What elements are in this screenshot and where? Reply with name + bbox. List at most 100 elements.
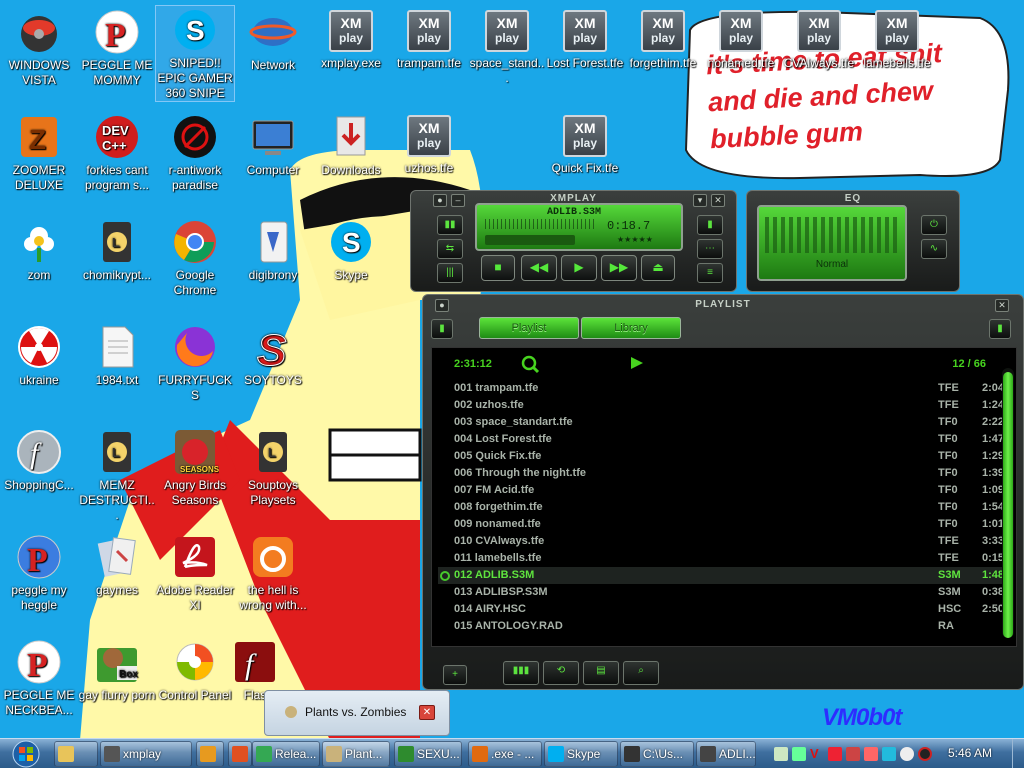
playlist-row[interactable]: 013 ADLIBSP.S3M S3M 0:38 bbox=[438, 584, 1004, 601]
eq-power-button[interactable]: ⏻ bbox=[921, 215, 947, 235]
desktop-icon-forgethim[interactable]: XM play forgethim.tfe bbox=[624, 8, 702, 71]
desktop-icon-ukraine[interactable]: ukraine bbox=[0, 323, 78, 388]
xmplay-playlist-window[interactable]: PLAYLIST ● ✕ ▮ ▮ Playlist Library 2:31:1… bbox=[422, 294, 1024, 690]
desktop-icon-dev-cpp[interactable]: DEV C++ forkies cant program s... bbox=[78, 113, 156, 193]
playlist-row[interactable]: 003 space_standart.tfe TF0 2:22 bbox=[438, 414, 1004, 431]
tab-library[interactable]: Library bbox=[581, 317, 681, 339]
desktop-icon-r-antiwork[interactable]: r-antiwork paradise bbox=[156, 113, 234, 193]
xmplay-main-window[interactable]: XMPLAY ● – ▾ ✕ ▮▮ ⇆ ||| ADLIB.S3M 0:18.7… bbox=[410, 190, 737, 292]
playlist-row[interactable]: 007 FM Acid.tfe TF0 1:09 bbox=[438, 482, 1004, 499]
desktop-icon-nonamed[interactable]: XM play nonamed.tfe bbox=[702, 8, 780, 71]
taskbar-button[interactable]: C:\Us... bbox=[620, 741, 694, 767]
playlist-search-button[interactable]: ⌕ bbox=[623, 661, 659, 685]
desktop-icon-zom[interactable]: zom bbox=[0, 218, 78, 283]
desktop-icon-trampam[interactable]: XM play trampam.tfe bbox=[390, 8, 468, 71]
xmplay-close-button[interactable]: ✕ bbox=[711, 194, 725, 207]
taskbar-explorer-button[interactable] bbox=[54, 741, 98, 767]
close-icon[interactable]: ✕ bbox=[419, 705, 435, 720]
playlist-row[interactable]: 010 CVAlways.tfe TFE 3:33 bbox=[438, 533, 1004, 550]
xmplay-volume-stars[interactable]: ★★★★★ bbox=[617, 235, 653, 245]
taskbar-button[interactable]: .exe - ... bbox=[468, 741, 542, 767]
desktop-icon-computer[interactable]: Computer bbox=[234, 113, 312, 178]
playlist-close-button[interactable]: ✕ bbox=[995, 299, 1009, 312]
tray-notes-icon[interactable] bbox=[774, 747, 788, 761]
eq-sliders[interactable] bbox=[765, 217, 899, 253]
desktop-icon-the-hell-is[interactable]: the hell is wrong with... bbox=[234, 533, 312, 613]
playlist-row[interactable]: 006 Through the night.tfe TF0 1:39 bbox=[438, 465, 1004, 482]
xmplay-left-panel-button-2[interactable]: ⇆ bbox=[437, 239, 463, 259]
taskbar-button[interactable]: Skype bbox=[544, 741, 618, 767]
taskbar-button[interactable]: Relea... bbox=[252, 741, 320, 767]
xmplay-eq-window[interactable]: EQ Normal ⏻ ∿ bbox=[746, 190, 960, 292]
next-button[interactable]: ▶▶ bbox=[601, 255, 637, 281]
taskbar-button[interactable] bbox=[228, 741, 252, 767]
desktop-icon-soytoys[interactable]: S SOYTOYS bbox=[234, 323, 312, 388]
tray-v-icon[interactable]: V bbox=[810, 747, 824, 761]
playlist-track-list[interactable]: 2:31:12 12 / 66 001 trampam.tfe TFE 2:04 00… bbox=[431, 347, 1017, 647]
xmplay-minimize-button[interactable]: – bbox=[451, 194, 465, 207]
playlist-add-button[interactable]: + bbox=[443, 665, 467, 685]
desktop-icon-digibrony[interactable]: digibrony bbox=[234, 218, 312, 283]
tray-volume-icon[interactable] bbox=[900, 747, 914, 761]
desktop-icon-souptoys[interactable]: L Souptoys Playsets bbox=[234, 428, 312, 508]
desktop-icon-quick-fix[interactable]: XM play Quick Fix.tfe bbox=[546, 113, 624, 176]
desktop-icon-peggle-me-mommy[interactable]: P PEGGLE ME MOMMY bbox=[78, 8, 156, 88]
desktop-icon-windows-vista[interactable]: WINDOWS VISTA bbox=[0, 8, 78, 88]
tray-app-icon[interactable] bbox=[828, 747, 842, 761]
show-desktop-button[interactable] bbox=[1012, 739, 1024, 768]
desktop-icon-memz[interactable]: L MEMZ DESTRUCTI... bbox=[78, 428, 156, 523]
desktop-icon-skype[interactable]: S Skype bbox=[312, 218, 390, 283]
playlist-loop-button[interactable]: ⟲ bbox=[543, 661, 579, 685]
desktop-icon-furryfucks[interactable]: FURRYFUCKS bbox=[156, 323, 234, 403]
playlist-row[interactable]: 008 forgethim.tfe TF0 1:54 bbox=[438, 499, 1004, 516]
desktop-icon-gaymes[interactable]: gaymes bbox=[78, 533, 156, 598]
tray-network-icon[interactable] bbox=[792, 747, 806, 761]
playlist-bars-button[interactable]: ▮▮▮ bbox=[503, 661, 539, 685]
previous-button[interactable]: ◀◀ bbox=[521, 255, 557, 281]
search-icon[interactable] bbox=[520, 354, 540, 377]
clock[interactable]: 5:46 AM bbox=[948, 746, 992, 760]
desktop-icon-network[interactable]: Network bbox=[234, 8, 312, 73]
start-button[interactable] bbox=[6, 739, 46, 768]
xmplay-right-panel-button-1[interactable]: ▮ bbox=[697, 215, 723, 235]
playlist-row[interactable]: 005 Quick Fix.tfe TF0 1:29 bbox=[438, 448, 1004, 465]
play-button[interactable]: ▶ bbox=[561, 255, 597, 281]
eq-curve-button[interactable]: ∿ bbox=[921, 239, 947, 259]
tray-flag-icon[interactable] bbox=[846, 747, 860, 761]
playlist-menu-button[interactable]: ● bbox=[435, 299, 449, 312]
desktop-icon-xmplay-exe[interactable]: XM play xmplay.exe bbox=[312, 8, 390, 71]
xmplay-left-panel-button-1[interactable]: ▮▮ bbox=[437, 215, 463, 235]
taskbar-button[interactable]: xmplay bbox=[100, 741, 192, 767]
playlist-row[interactable]: 011 lamebells.tfe TFE 0:15 bbox=[438, 550, 1004, 567]
desktop-icon-gay-furry-porn[interactable]: Box gay fiurry porn bbox=[78, 638, 156, 703]
xmplay-right-panel-button-3[interactable]: ≡ bbox=[697, 263, 723, 283]
xmplay-shade-button[interactable]: ▾ bbox=[693, 194, 707, 207]
scrollbar-thumb[interactable] bbox=[1003, 372, 1013, 638]
playlist-list-button[interactable]: ▤ bbox=[583, 661, 619, 685]
taskbar-button[interactable]: Plant... bbox=[322, 741, 390, 767]
playlist-left-button[interactable]: ▮ bbox=[431, 319, 453, 339]
playlist-row[interactable]: 002 uzhos.tfe TFE 1:24 bbox=[438, 397, 1004, 414]
xmplay-right-panel-button-2[interactable]: ⋯ bbox=[697, 239, 723, 259]
playlist-row[interactable]: 009 nonamed.tfe TF0 1:01 bbox=[438, 516, 1004, 533]
desktop-icon-sniped[interactable]: S SNIPED!! EPIC GAMER 360 SNIPE bbox=[155, 5, 235, 102]
desktop-icon-zoomer-deluxe[interactable]: Z ZOOMER DELUXE bbox=[0, 113, 78, 193]
desktop-icon-lost-forest[interactable]: XM play Lost Forest.tfe bbox=[546, 8, 624, 71]
playlist-scrollbar[interactable] bbox=[1002, 368, 1014, 638]
desktop-icon-lamebells[interactable]: XM play lamebells.tfe bbox=[858, 8, 936, 71]
tab-playlist[interactable]: Playlist bbox=[479, 317, 579, 339]
desktop-icon-google-chrome[interactable]: Google Chrome bbox=[156, 218, 234, 298]
play-arrow-icon[interactable] bbox=[628, 354, 646, 375]
playlist-row[interactable]: 001 trampam.tfe TFE 2:04 bbox=[438, 380, 1004, 397]
xmplay-left-panel-button-3[interactable]: ||| bbox=[437, 263, 463, 283]
playlist-row[interactable]: 004 Lost Forest.tfe TF0 1:47 bbox=[438, 431, 1004, 448]
xmplay-position-bar[interactable] bbox=[485, 235, 575, 245]
eject-button[interactable]: ⏏ bbox=[641, 255, 675, 281]
desktop-icon-uzhos[interactable]: XM play uzhos.tfe bbox=[390, 113, 468, 176]
desktop-icon-adobe-reader[interactable]: Adobe Reader XI bbox=[156, 533, 234, 613]
desktop-icon-control-panel[interactable]: Control Panel bbox=[156, 638, 234, 703]
desktop-icon-1984-txt[interactable]: 1984.txt bbox=[78, 323, 156, 388]
taskbar-button[interactable] bbox=[196, 741, 224, 767]
playlist-right-button[interactable]: ▮ bbox=[989, 319, 1011, 339]
xmplay-menu-button[interactable]: ● bbox=[433, 194, 447, 207]
